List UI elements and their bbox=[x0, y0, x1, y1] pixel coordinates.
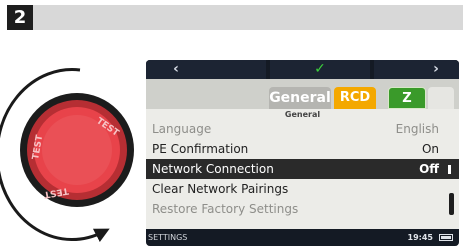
menu-item-language[interactable]: Language English bbox=[146, 119, 459, 139]
nav-bar: ‹ ✓ › bbox=[146, 60, 459, 79]
menu-item-value: On bbox=[421, 142, 439, 156]
nav-confirm-segment[interactable]: ✓ bbox=[270, 60, 370, 79]
battery-icon bbox=[439, 234, 453, 241]
status-screen-name: SETTINGS bbox=[148, 233, 188, 242]
status-bar: SETTINGS 19:45 bbox=[146, 229, 459, 246]
menu-item-network-connection[interactable]: Network Connection Off bbox=[146, 159, 459, 179]
chevron-right-icon[interactable]: › bbox=[426, 60, 446, 79]
settings-screen: General RCD Z General Language English P… bbox=[146, 79, 459, 246]
menu-item-pe-confirmation[interactable]: PE Confirmation On bbox=[146, 139, 459, 159]
menu-item-label: Language bbox=[152, 122, 212, 136]
check-icon[interactable]: ✓ bbox=[310, 60, 330, 79]
status-clock: 19:45 bbox=[407, 233, 433, 242]
tab-blank[interactable] bbox=[428, 87, 454, 109]
device-screen: ‹ ✓ › General RCD Z General Language Eng… bbox=[146, 60, 459, 246]
menu-item-value: Off bbox=[419, 162, 439, 176]
menu-item-restore-factory-settings[interactable]: Restore Factory Settings bbox=[146, 199, 459, 219]
menu-item-label: Network Connection bbox=[152, 162, 274, 176]
scrollbar[interactable] bbox=[449, 125, 455, 229]
menu-item-value: English bbox=[395, 122, 439, 136]
chevron-left-icon[interactable]: ‹ bbox=[166, 60, 186, 79]
nav-forward-segment[interactable]: › bbox=[374, 60, 459, 79]
tab-general[interactable]: General bbox=[269, 87, 331, 109]
menu-item-label: PE Confirmation bbox=[152, 142, 249, 156]
tab-z[interactable]: Z bbox=[388, 87, 426, 109]
tab-bar: General RCD Z bbox=[146, 79, 459, 109]
tab-rcd[interactable]: RCD bbox=[334, 87, 376, 109]
menu-item-label: Restore Factory Settings bbox=[152, 202, 299, 216]
menu-item-clear-network-pairings[interactable]: Clear Network Pairings bbox=[146, 179, 459, 199]
nav-back-segment[interactable]: ‹ bbox=[146, 60, 266, 79]
test-dial[interactable]: TEST TEST TEST bbox=[0, 0, 150, 251]
menu-item-label: Clear Network Pairings bbox=[152, 182, 289, 196]
scrollbar-thumb[interactable] bbox=[449, 193, 454, 215]
